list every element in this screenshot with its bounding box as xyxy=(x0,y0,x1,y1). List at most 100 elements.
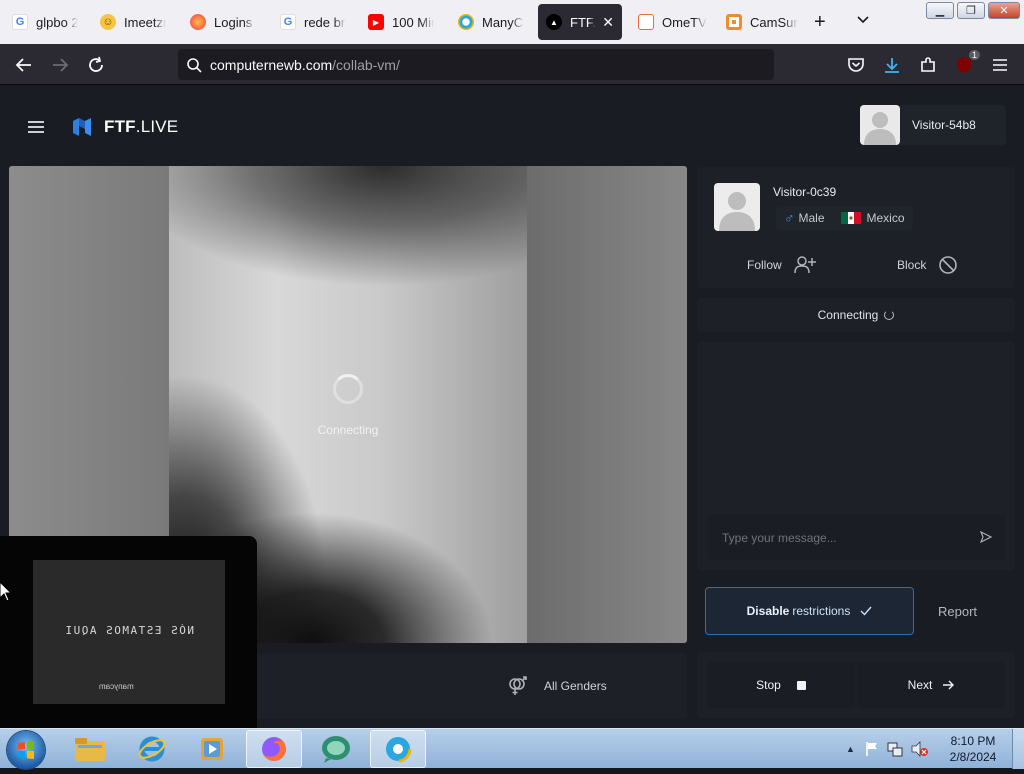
volume-muted-icon[interactable] xyxy=(911,741,929,757)
browser-tab-strip: G glpbo 20 ☺ Imeetzu Logins & G rede bra… xyxy=(0,0,1024,44)
list-all-tabs-icon[interactable] xyxy=(856,13,870,27)
next-button[interactable]: Next xyxy=(857,662,1005,708)
tab-label: 100 Min xyxy=(392,14,434,30)
stop-icon xyxy=(796,680,806,690)
stop-button[interactable]: Stop xyxy=(707,662,855,708)
block-label: Block xyxy=(897,258,927,272)
camsurf-icon xyxy=(726,14,742,30)
video-status: Connecting xyxy=(317,423,379,437)
tab-label: FTF.li xyxy=(570,14,596,30)
country-tag: Mexico xyxy=(833,211,913,225)
action-center-flag-icon[interactable] xyxy=(865,741,879,757)
disable-restrictions-button[interactable]: Disable restrictions xyxy=(705,587,914,635)
gender-tag-label: Male xyxy=(798,211,825,225)
internet-explorer-icon[interactable] xyxy=(124,730,180,768)
browser-tab[interactable]: ▶ 100 Min xyxy=(360,4,442,40)
clock-date: 2/8/2024 xyxy=(949,750,997,764)
partner-profile-card: Visitor-0c39 ♂ Male Mexico Follow Block xyxy=(697,167,1015,288)
browser-tab[interactable]: OmeTV xyxy=(630,4,716,40)
send-icon[interactable] xyxy=(980,531,992,543)
ftf-logo-icon[interactable] xyxy=(70,115,94,139)
manycam-icon xyxy=(458,14,474,30)
search-icon xyxy=(187,57,202,73)
message-placeholder: Type your message... xyxy=(722,530,837,545)
browser-tab[interactable]: Logins & xyxy=(182,4,264,40)
show-desktop-button[interactable] xyxy=(1012,729,1024,769)
chat-app-taskbar-icon[interactable] xyxy=(308,730,364,768)
report-button[interactable]: Report xyxy=(938,604,977,619)
browser-tab[interactable]: ☺ Imeetzu xyxy=(92,4,174,40)
browser-nav-bar: computernewb.com/collab-vm/ 1 xyxy=(0,44,1024,85)
google-icon: G xyxy=(12,14,28,30)
browser-tab[interactable]: CamSurf xyxy=(718,4,806,40)
system-tray: ▲ xyxy=(846,741,929,757)
restrictions-bold-label: Disable xyxy=(746,604,790,618)
media-player-icon[interactable] xyxy=(184,730,240,768)
show-hidden-icons-icon[interactable]: ▲ xyxy=(846,744,855,754)
default-avatar-icon xyxy=(719,192,755,231)
browser-tab[interactable]: ManyCa xyxy=(450,4,532,40)
gender-filter[interactable]: All Genders xyxy=(506,675,607,697)
reload-icon[interactable] xyxy=(84,53,108,77)
close-window-button[interactable]: ✕ xyxy=(988,2,1020,19)
menu-icon[interactable] xyxy=(988,53,1012,77)
gender-tag: ♂ Male xyxy=(776,210,833,226)
partner-name: Visitor-0c39 xyxy=(773,185,837,199)
clock-time: 8:10 PM xyxy=(950,734,996,748)
firefox-icon xyxy=(190,14,206,30)
windows-logo-icon xyxy=(18,741,34,759)
mexico-flag-icon xyxy=(840,212,861,224)
male-icon: ♂ xyxy=(784,210,795,226)
hamburger-menu-icon[interactable] xyxy=(28,120,44,134)
message-input[interactable]: Type your message... xyxy=(708,515,1006,560)
ometv-icon xyxy=(638,14,654,30)
address-bar[interactable]: computernewb.com/collab-vm/ xyxy=(178,49,774,80)
emoji-icon: ☺ xyxy=(100,14,116,30)
downloads-icon[interactable] xyxy=(880,53,904,77)
gender-filter-label: All Genders xyxy=(544,679,607,693)
mouse-cursor-icon xyxy=(0,582,12,602)
network-icon[interactable] xyxy=(887,741,903,757)
chat-connection-status: Connecting xyxy=(697,298,1015,332)
add-user-icon xyxy=(793,256,816,274)
block-icon xyxy=(939,256,958,274)
page-content: FTF.LIVE Visitor-54b8 Connecting All Gen… xyxy=(0,85,1024,728)
extensions-icon[interactable] xyxy=(916,53,940,77)
windows-taskbar: ▲ 8:10 PM 2/8/2024 xyxy=(0,728,1024,769)
firefox-taskbar-icon[interactable] xyxy=(246,730,302,768)
restore-button[interactable]: ❐ xyxy=(957,2,985,19)
follow-button[interactable]: Follow xyxy=(747,255,816,275)
current-user-chip[interactable]: Visitor-54b8 xyxy=(860,105,1006,145)
ftf-icon: ▲ xyxy=(546,14,562,30)
browser-tab[interactable]: G rede bra xyxy=(272,4,354,40)
browser-tab[interactable]: G glpbo 20 xyxy=(4,4,86,40)
ublock-icon[interactable]: 1 xyxy=(952,50,980,77)
close-tab-icon[interactable]: ✕ xyxy=(602,14,614,31)
video-letterbox-right xyxy=(527,166,687,643)
loading-spinner-icon xyxy=(333,374,363,404)
tab-label: Imeetzu xyxy=(124,14,166,30)
block-button[interactable]: Block xyxy=(897,255,958,275)
forward-icon[interactable] xyxy=(48,53,72,77)
start-button[interactable] xyxy=(7,731,45,769)
tab-label: Logins & xyxy=(214,14,256,30)
new-tab-icon[interactable]: + xyxy=(814,12,826,32)
manycam-taskbar-icon[interactable] xyxy=(370,730,426,768)
minimize-button[interactable]: ▁ xyxy=(926,2,954,19)
follow-label: Follow xyxy=(747,258,782,272)
back-icon[interactable] xyxy=(12,53,36,77)
next-label: Next xyxy=(907,678,933,692)
taskbar-clock[interactable]: 8:10 PM 2/8/2024 xyxy=(944,733,1002,765)
pocket-icon[interactable] xyxy=(844,53,868,77)
tab-label: ManyCa xyxy=(482,14,524,30)
youtube-icon: ▶ xyxy=(368,14,384,30)
stop-label: Stop xyxy=(756,678,781,692)
tab-label: CamSurf xyxy=(750,14,798,30)
brand-name[interactable]: FTF.LIVE xyxy=(104,117,178,137)
google-icon: G xyxy=(280,14,296,30)
explorer-taskbar-icon[interactable] xyxy=(62,730,118,768)
check-icon xyxy=(860,606,872,616)
browser-tab-active[interactable]: ▲ FTF.li ✕ xyxy=(538,4,622,40)
restrictions-label: restrictions xyxy=(792,604,851,618)
gender-symbol-icon xyxy=(509,676,527,695)
